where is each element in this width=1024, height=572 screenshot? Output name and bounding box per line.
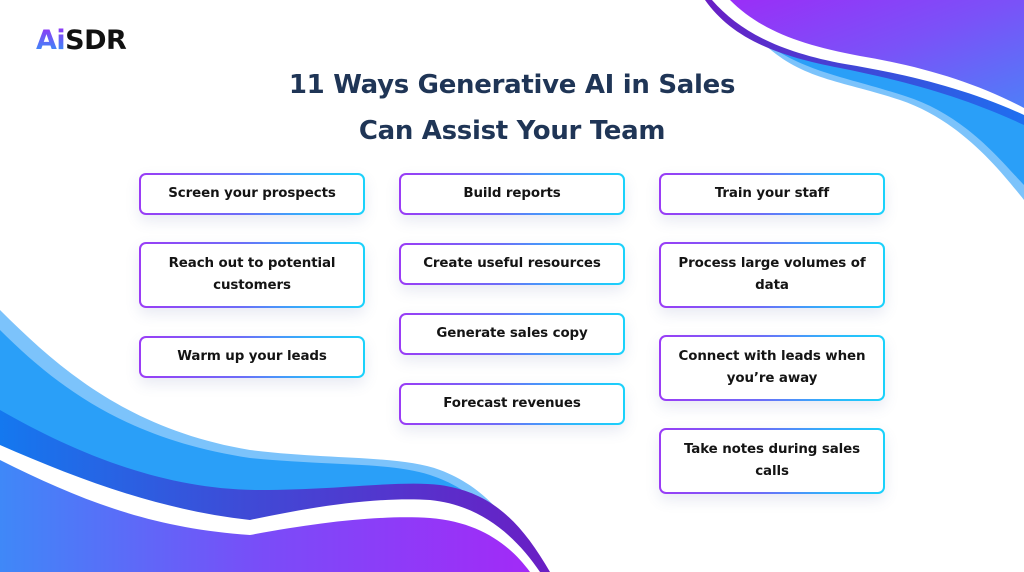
aisdr-logo: AiSDR: [36, 25, 127, 56]
title-line-2: Can Assist Your Team: [358, 116, 666, 146]
card-label: Warm up your leads: [141, 338, 363, 376]
card-process-data[interactable]: Process large volumes of data: [659, 242, 885, 308]
page-title: 11 Ways Generative AI in Sales Can Assis…: [0, 62, 1024, 154]
card-warm-up-leads[interactable]: Warm up your leads: [139, 336, 365, 378]
card-label: Build reports: [401, 175, 623, 213]
card-label: Connect with leads when you’re away: [661, 337, 883, 399]
card-forecast-revenues[interactable]: Forecast revenues: [399, 383, 625, 425]
card-label: Train your staff: [661, 175, 883, 213]
card-create-resources[interactable]: Create useful resources: [399, 243, 625, 285]
card-build-reports[interactable]: Build reports: [399, 173, 625, 215]
title-line-1: 11 Ways Generative AI in Sales: [288, 70, 736, 100]
logo-sdr-part: SDR: [65, 25, 127, 56]
card-train-staff[interactable]: Train your staff: [659, 173, 885, 215]
card-label: Generate sales copy: [401, 315, 623, 353]
card-label: Take notes during sales calls: [661, 430, 883, 492]
card-label: Create useful resources: [401, 245, 623, 283]
card-label: Reach out to potential customers: [141, 244, 363, 306]
card-label: Forecast revenues: [401, 385, 623, 423]
card-screen-prospects[interactable]: Screen your prospects: [139, 173, 365, 215]
card-take-notes[interactable]: Take notes during sales calls: [659, 428, 885, 494]
card-reach-out[interactable]: Reach out to potential customers: [139, 242, 365, 308]
card-label: Process large volumes of data: [661, 244, 883, 306]
card-connect-leads[interactable]: Connect with leads when you’re away: [659, 335, 885, 401]
logo-ai-part: Ai: [36, 25, 66, 56]
card-label: Screen your prospects: [141, 175, 363, 213]
card-generate-sales-copy[interactable]: Generate sales copy: [399, 313, 625, 355]
